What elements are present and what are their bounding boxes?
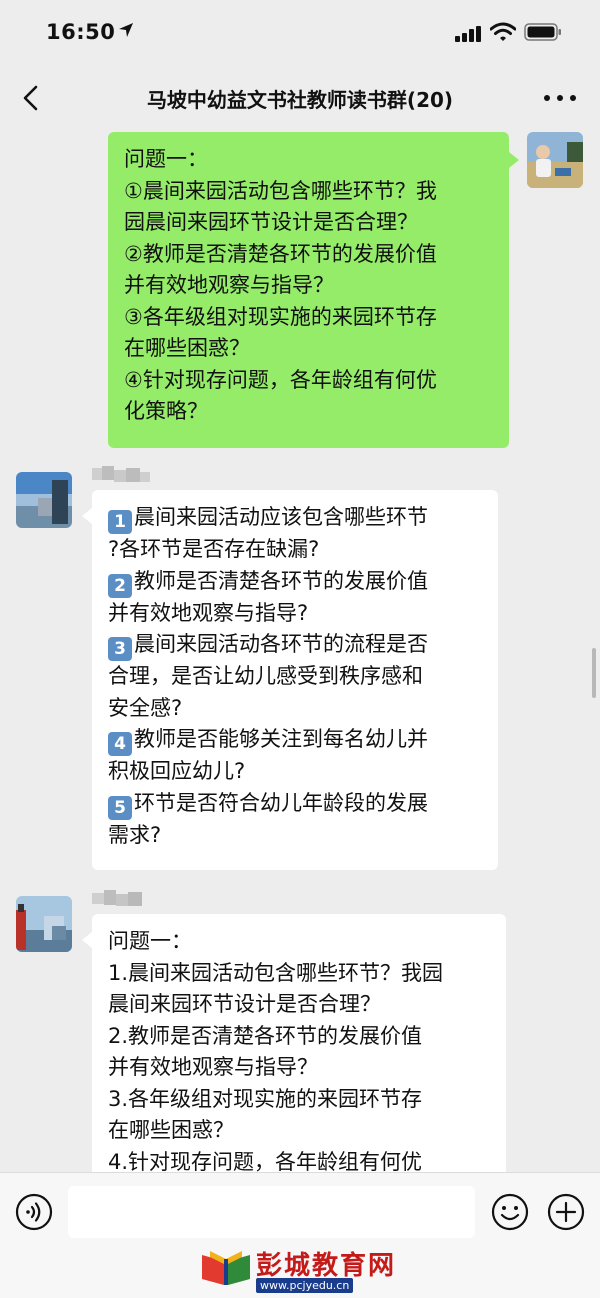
message-line: 园晨间来园环节设计是否合理？: [124, 210, 418, 234]
blurred-nickname: [92, 466, 150, 482]
signal-icon: [455, 26, 481, 42]
message-text: 需求?: [108, 822, 162, 847]
message-line: 安全感?: [108, 693, 482, 725]
message-line: 问题一：: [124, 147, 208, 171]
message-bubble[interactable]: 1 晨间来园活动应该包含哪些环节 ?各环节是否存在缺漏? 2 教师是否清楚各环节的发展价…: [92, 490, 498, 870]
message-text: ?各环节是否存在缺漏?: [108, 537, 320, 561]
message-line: 4.针对现存问题，各年龄组有何优: [108, 1149, 423, 1173]
message-line: 在哪些困惑？: [124, 336, 250, 360]
message-line: 1 晨间来园活动应该包含哪些环节: [108, 502, 482, 534]
input-bar: 彭城教育网 www.pcjyedu.cn: [0, 1172, 600, 1298]
message-line: 并有效地观察与指导?: [108, 598, 482, 630]
message-line: ④针对现存问题，各年龄组有何优: [124, 367, 437, 392]
avatar-image: [16, 472, 72, 528]
message-line: 1.晨间来园活动包含哪些环节？我园: [108, 960, 444, 985]
voice-icon[interactable]: [15, 1193, 53, 1231]
message-text: 晨间来园活动各环节的流程是否: [134, 632, 428, 656]
emoji-icon[interactable]: [491, 1193, 529, 1231]
chat-header: 马坡中幼益文书社教师读书群(20): [0, 66, 600, 130]
wifi-icon: [490, 22, 516, 41]
message-list[interactable]: 问题一： ①晨间来园活动包含哪些环节？我 园晨间来园环节设计是否合理？ ②教师是否清楚…: [0, 130, 600, 1172]
watermark-logo: [202, 1251, 250, 1285]
location-arrow-icon: [119, 23, 133, 37]
message-line: ①晨间来园活动包含哪些环节？我: [124, 178, 437, 203]
message-line: 晨间来园环节设计是否合理？: [108, 992, 381, 1016]
back-chevron-icon[interactable]: [20, 84, 42, 112]
watermark-url: www.pcjyedu.cn: [256, 1278, 354, 1293]
battery-icon: [524, 23, 561, 41]
message-text: 合理，是否让幼儿感受到秩序感和: [108, 664, 423, 688]
message-line: 5 环节是否符合幼儿年龄段的发展: [108, 788, 482, 820]
chat-title: 马坡中幼益文书社教师读书群(20): [146, 88, 454, 112]
avatar-sender-2[interactable]: [16, 896, 72, 952]
message-line: 化策略？: [124, 399, 208, 423]
status-bar: 16:50: [0, 0, 600, 66]
message-line: 2 教师是否清楚各环节的发展价值: [108, 566, 482, 598]
site-watermark: 彭城教育网 www.pcjyedu.cn: [200, 1245, 410, 1295]
message-line: 3 晨间来园活动各环节的流程是否: [108, 629, 482, 661]
message-text: 教师是否清楚各环节的发展价值: [134, 568, 428, 593]
plus-icon[interactable]: [547, 1193, 585, 1231]
number-badge-icon: 2: [108, 573, 132, 598]
message-line: 2.教师是否清楚各环节的发展价值: [108, 1023, 423, 1048]
blurred-nickname: [92, 890, 142, 906]
message-line: ?各环节是否存在缺漏?: [108, 534, 482, 566]
number-badge-icon: 5: [108, 795, 132, 820]
message-text: 教师是否能够关注到每名幼儿并: [134, 727, 428, 751]
watermark-name: 彭城教育网: [256, 1251, 397, 1281]
message-text: 环节是否符合幼儿年龄段的发展: [134, 790, 428, 815]
sender-nickname: [92, 890, 142, 908]
message-line: 积极回应幼儿?: [108, 756, 482, 788]
avatar-image: [527, 132, 583, 188]
number-badge-icon: 4: [108, 732, 132, 756]
message-input[interactable]: [68, 1186, 475, 1238]
avatar-sender-1[interactable]: [16, 472, 72, 528]
scrollbar[interactable]: [592, 648, 596, 698]
message-line: 问题一：: [108, 929, 192, 953]
message-line: 需求?: [108, 820, 482, 852]
message-line: 3.各年级组对现实施的来园环节存: [108, 1086, 423, 1111]
avatar-self[interactable]: [527, 132, 583, 188]
message-text: 安全感?: [108, 695, 183, 720]
message-text: 积极回应幼儿?: [108, 759, 246, 783]
avatar-image: [16, 896, 72, 952]
message-text: 并有效地观察与指导?: [108, 600, 309, 625]
message-line: 并有效地观察与指导？: [124, 273, 334, 297]
message-line: 合理，是否让幼儿感受到秩序感和: [108, 661, 482, 693]
message-text: 晨间来园活动应该包含哪些环节: [134, 505, 428, 529]
message-line: 4 教师是否能够关注到每名幼儿并: [108, 724, 482, 756]
message-bubble[interactable]: 问题一： ①晨间来园活动包含哪些环节？我 园晨间来园环节设计是否合理？ ②教师是否清楚…: [108, 132, 509, 448]
message-line: 并有效地观察与指导？: [108, 1055, 318, 1079]
sender-nickname: [92, 466, 150, 484]
message-line: 在哪些困惑？: [108, 1118, 234, 1142]
message-line: ②教师是否清楚各环节的发展价值: [124, 241, 437, 266]
status-time: 16:50: [46, 20, 116, 44]
number-badge-icon: 1: [108, 510, 132, 534]
message-bubble[interactable]: 问题一： 1.晨间来园活动包含哪些环节？我园 晨间来园环节设计是否合理？ 2.教师是否…: [92, 914, 506, 1172]
number-badge-icon: 3: [108, 637, 132, 661]
message-line: ③各年级组对现实施的来园环节存: [124, 304, 437, 329]
more-dots-icon[interactable]: [542, 92, 578, 104]
